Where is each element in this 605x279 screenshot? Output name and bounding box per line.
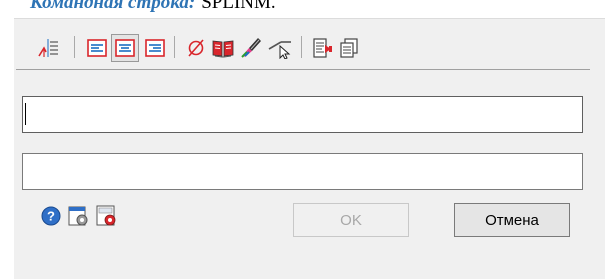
paint-brush-icon (239, 35, 263, 59)
gost-settings-icon (95, 204, 119, 233)
diameter-button[interactable] (183, 35, 209, 61)
align-right-icon (144, 37, 166, 59)
help-icon: ? (40, 205, 62, 232)
command-name: SPLINM. (201, 0, 276, 13)
cancel-button[interactable]: Отмена (454, 203, 570, 237)
symbols-library-button[interactable] (210, 35, 236, 61)
command-line-label: Командная строка: (30, 0, 196, 13)
toolbar-divider (16, 69, 590, 70)
copy-button[interactable] (336, 35, 362, 61)
import-icon (312, 37, 334, 59)
diameter-icon (185, 37, 207, 59)
copy-icon (338, 37, 360, 59)
toolbar-separator (174, 36, 175, 58)
upper-text-field[interactable] (22, 96, 583, 133)
align-right-button[interactable] (142, 35, 168, 61)
settings-button[interactable] (66, 205, 92, 231)
command-line-text: Командная строка: SPLINM. (30, 0, 276, 15)
settings-icon (67, 204, 91, 233)
ok-button[interactable]: OK (293, 203, 409, 237)
paint-brush-button[interactable] (238, 34, 264, 60)
leader-button[interactable] (267, 35, 293, 61)
align-center-icon (114, 37, 136, 59)
gost-settings-button[interactable] (94, 205, 120, 231)
text-height-button[interactable] (35, 35, 61, 61)
lower-text-field[interactable] (22, 153, 583, 190)
align-center-button[interactable] (111, 34, 139, 62)
align-left-icon (86, 37, 108, 59)
book-icon (211, 37, 235, 59)
leader-pointer-icon (267, 37, 293, 59)
text-caret (25, 103, 26, 125)
text-height-icon (36, 36, 60, 60)
help-button[interactable]: ? (38, 205, 64, 231)
import-text-button[interactable] (310, 35, 336, 61)
svg-text:?: ? (47, 208, 55, 223)
align-left-button[interactable] (84, 35, 110, 61)
toolbar-separator (74, 36, 75, 58)
formatting-toolbar (14, 18, 574, 62)
toolbar-separator (301, 36, 302, 58)
